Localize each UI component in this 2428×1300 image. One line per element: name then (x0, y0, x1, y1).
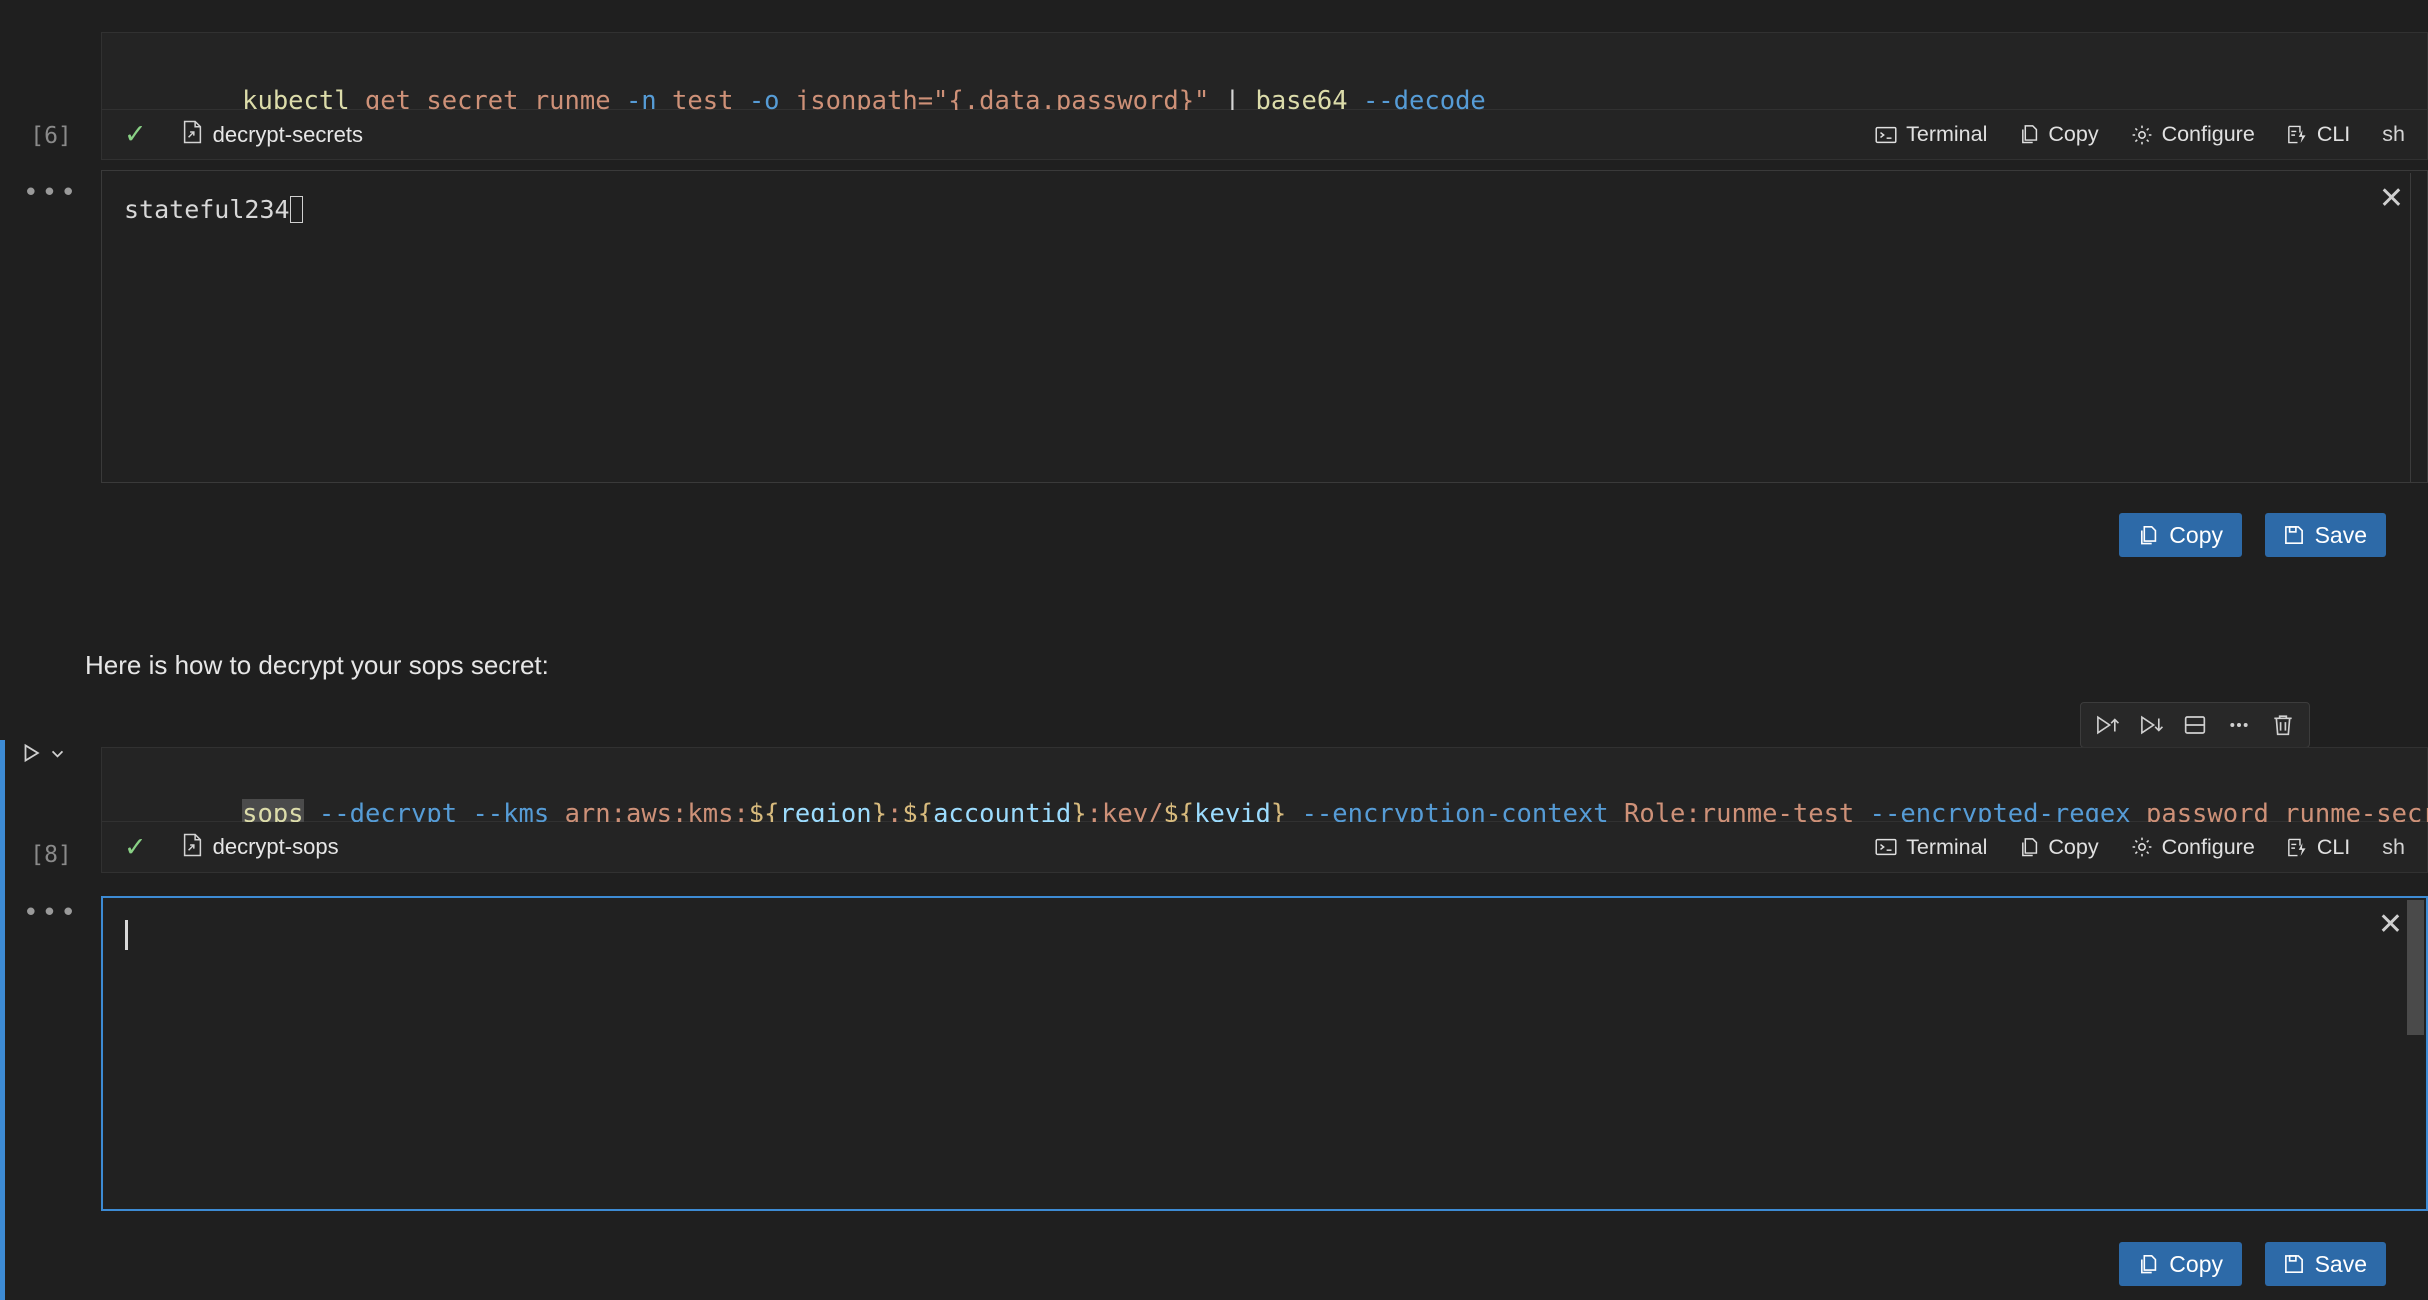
terminal-label-2: Terminal (1906, 834, 1988, 859)
execution-count-cell-2: [8] (30, 842, 72, 868)
gear-icon (2131, 836, 2153, 858)
cli-button-1[interactable]: CLI (2287, 122, 2350, 147)
cell-status-bar-2: ✓ decrypt-sops Terminal Copy Configure C… (101, 822, 2428, 873)
copy-icon (2019, 837, 2039, 858)
copy-icon (2138, 525, 2158, 546)
copy-button-2[interactable]: Copy (2019, 834, 2099, 860)
language-label-2[interactable]: sh (2382, 835, 2405, 860)
play-icon (20, 742, 42, 769)
delete-icon[interactable] (2263, 706, 2303, 744)
configure-button-2[interactable]: Configure (2131, 835, 2255, 860)
terminal-button-1[interactable]: Terminal (1875, 122, 1987, 147)
script-file-icon (182, 120, 203, 149)
terminal-icon (1875, 837, 1897, 857)
configure-label-1: Configure (2161, 122, 2255, 146)
check-icon: ✓ (124, 119, 147, 149)
configure-label-2: Configure (2161, 834, 2255, 859)
save-output-button-2[interactable]: Save (2264, 1242, 2386, 1286)
cell-name-cell-2[interactable]: decrypt-sops (182, 833, 339, 862)
save-icon (2284, 1254, 2304, 1274)
terminal-icon (1875, 125, 1897, 145)
save-output-button-1[interactable]: Save (2264, 513, 2386, 557)
copy-icon (2019, 124, 2039, 145)
run-cell-button[interactable] (20, 742, 66, 769)
notebook-canvas: [6] kubectl get secret runme -n test -o … (0, 0, 2428, 1300)
copy-icon (2138, 1254, 2158, 1275)
script-file-icon (182, 833, 203, 862)
execution-count-cell-1: [6] (30, 123, 72, 149)
selected-cell-accent-bottom (0, 902, 5, 1300)
cell-name-cell-1[interactable]: decrypt-secrets (182, 120, 363, 149)
terminal-cursor-1 (289, 196, 303, 223)
output-gutter-dots-1: ••• (23, 178, 79, 208)
cell-name-label-1: decrypt-secrets (212, 121, 364, 147)
copy-label-2: Copy (2048, 834, 2099, 859)
output-scrollbar-2[interactable] (2407, 900, 2424, 1035)
save-icon (2284, 525, 2304, 545)
more-actions-icon[interactable] (2219, 706, 2259, 744)
terminal-button-2[interactable]: Terminal (1875, 835, 1987, 860)
copy-output-label-2: Copy (2169, 1250, 2223, 1277)
terminal-output-1[interactable]: stateful234 ✕ (101, 170, 2428, 483)
code-editor-cell-2[interactable]: sops --decrypt --kms arn:aws:kms:${regio… (101, 747, 2428, 829)
copy-output-button-2[interactable]: Copy (2119, 1242, 2242, 1286)
terminal-output-2[interactable]: ✕ (101, 896, 2428, 1211)
cli-icon (2287, 837, 2308, 858)
configure-button-1[interactable]: Configure (2131, 122, 2255, 147)
close-output-button-1[interactable]: ✕ (2379, 184, 2404, 214)
save-output-label-2: Save (2314, 1250, 2367, 1277)
cli-icon (2287, 124, 2308, 145)
chevron-down-icon[interactable] (49, 745, 66, 767)
output-text-1: stateful234 (124, 196, 303, 223)
gear-icon (2131, 124, 2153, 146)
copy-label-1: Copy (2048, 122, 2099, 146)
check-icon: ✓ (124, 831, 147, 862)
split-cell-icon[interactable] (2175, 706, 2215, 744)
copy-button-1[interactable]: Copy (2019, 122, 2099, 147)
run-above-icon[interactable] (2087, 706, 2127, 744)
cli-label-1: CLI (2316, 122, 2351, 146)
code-editor-cell-1[interactable]: kubectl get secret runme -n test -o json… (101, 32, 2428, 113)
close-output-button-2[interactable]: ✕ (2378, 910, 2403, 940)
markdown-paragraph: Here is how to decrypt your sops secret: (85, 650, 549, 680)
cli-button-2[interactable]: CLI (2287, 835, 2350, 860)
run-below-icon[interactable] (2131, 706, 2171, 744)
cli-label-2: CLI (2316, 834, 2351, 859)
copy-output-label-1: Copy (2169, 521, 2223, 548)
output-gutter-dots-2: ••• (23, 898, 79, 928)
terminal-label-1: Terminal (1906, 122, 1988, 146)
cell-name-label-2: decrypt-sops (212, 834, 339, 859)
selected-cell-accent-top (0, 740, 5, 920)
save-output-label-1: Save (2314, 521, 2367, 548)
cell-hover-toolbar[interactable] (2080, 702, 2310, 748)
copy-output-button-1[interactable]: Copy (2119, 513, 2242, 557)
terminal-cursor-2 (125, 920, 128, 950)
output-scrollbar-1[interactable] (2410, 173, 2411, 482)
cell-status-bar-1: ✓ decrypt-secrets Terminal Copy Configur… (101, 110, 2428, 160)
language-label-1[interactable]: sh (2382, 122, 2405, 147)
